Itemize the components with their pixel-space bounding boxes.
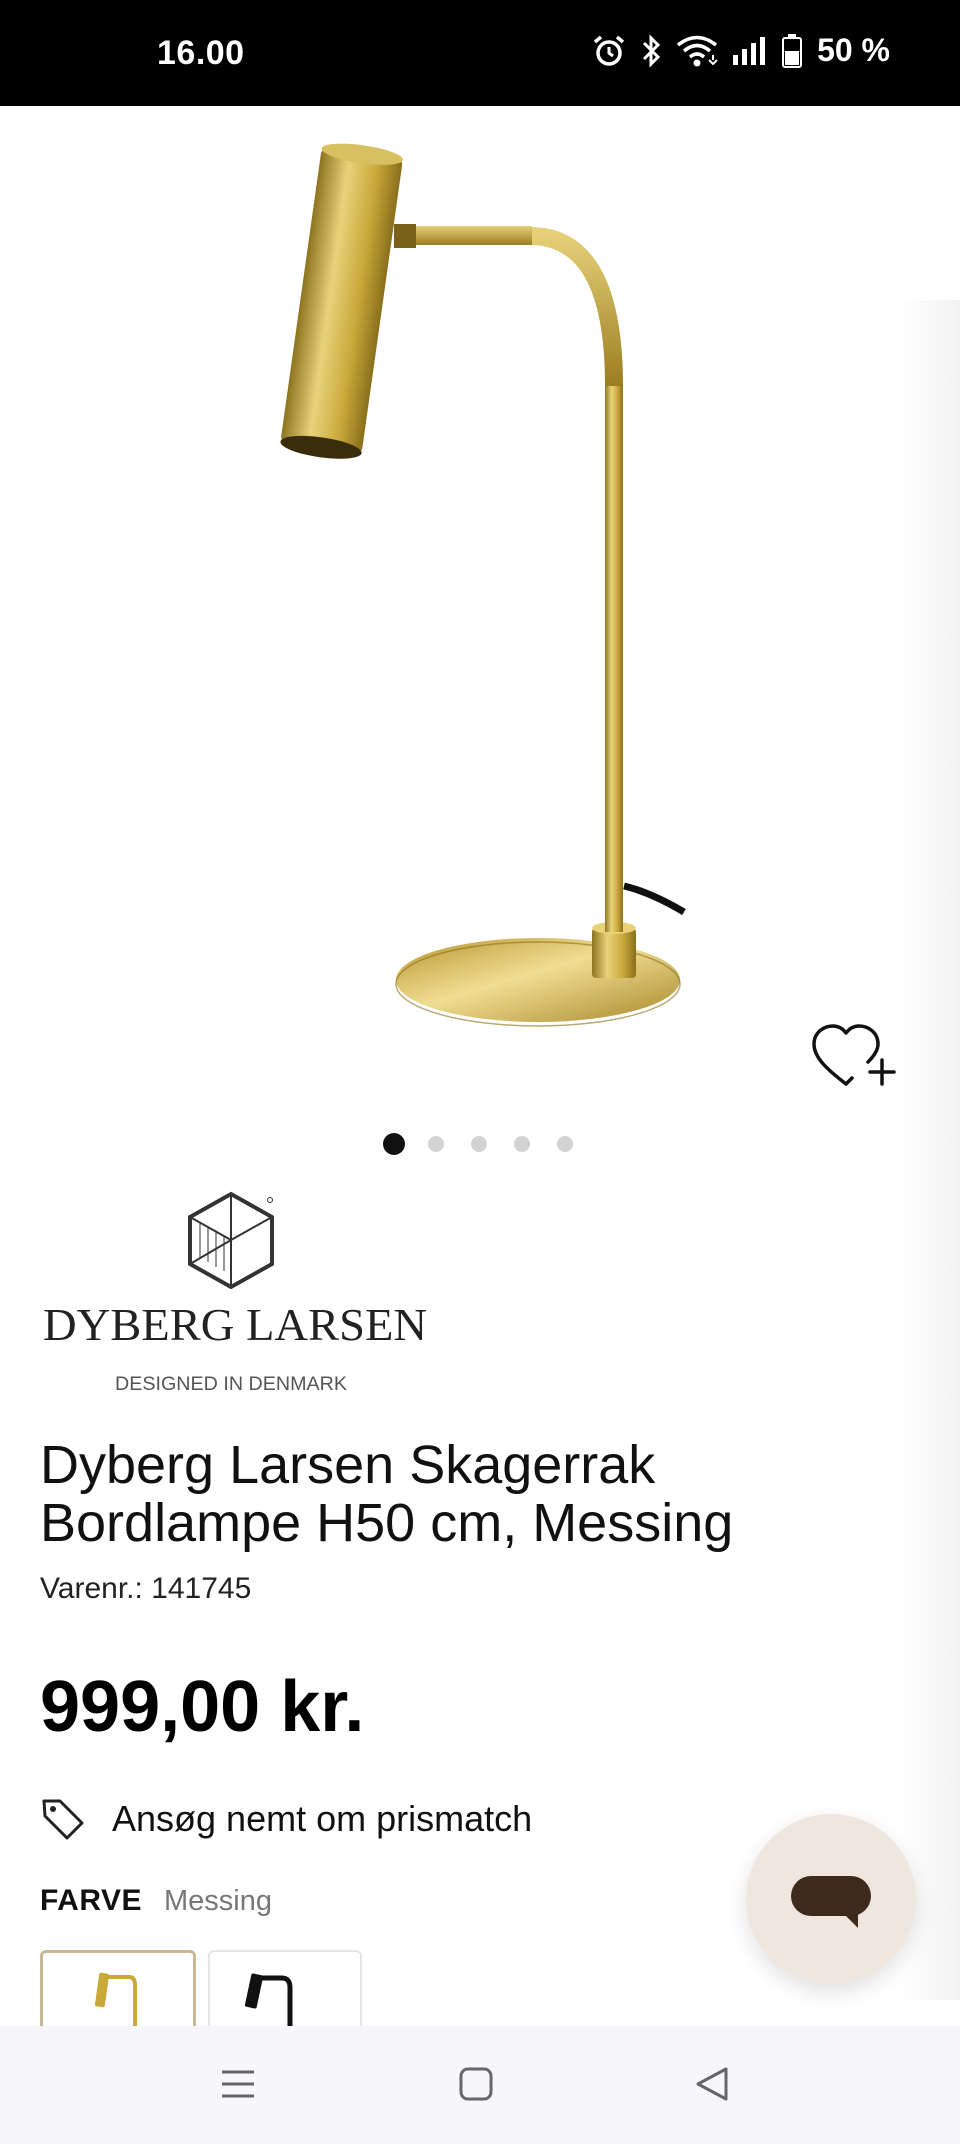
brand-name: DYBERG LARSEN — [43, 1299, 427, 1350]
carousel-dot-3[interactable] — [471, 1136, 487, 1152]
color-value: Messing — [163, 1885, 272, 1917]
signal-icon — [733, 36, 766, 65]
menu-icon[interactable] — [220, 2066, 256, 2102]
price-match-link[interactable]: Ansøg nemt om prismatch — [40, 1794, 532, 1844]
status-time: 16.00 — [157, 34, 245, 72]
product-image-carousel[interactable] — [0, 106, 960, 1106]
battery-percent: 50 % — [817, 32, 890, 68]
carousel-dot-1[interactable] — [383, 1133, 405, 1155]
status-icons: 50 % — [591, 32, 890, 69]
back-icon[interactable] — [694, 2066, 730, 2102]
color-selector-label: FARVE Messing — [40, 1884, 272, 1918]
brand-cube-icon — [188, 1191, 274, 1290]
status-bar: 16.00 50 % — [0, 0, 960, 106]
carousel-dot-5[interactable] — [557, 1136, 573, 1152]
carousel-pagination — [0, 1133, 960, 1160]
carousel-dot-4[interactable] — [514, 1136, 530, 1152]
chat-bubble-icon — [791, 1876, 871, 1928]
chat-button[interactable] — [746, 1814, 916, 1984]
home-icon[interactable] — [458, 2066, 494, 2102]
system-nav-bar — [0, 2026, 960, 2144]
wifi-icon — [676, 35, 718, 66]
carousel-dot-2[interactable] — [428, 1136, 444, 1152]
heart-plus-icon — [812, 1024, 896, 1086]
brand-tagline: DESIGNED IN DENMARK — [115, 1374, 347, 1395]
product-title: Dyberg Larsen Skagerrak Bordlampe H50 cm… — [40, 1435, 734, 1553]
color-label: FARVE — [40, 1884, 142, 1917]
product-image — [280, 143, 686, 1027]
alarm-icon — [593, 35, 625, 66]
brand-logo[interactable]: DYBERG LARSEN DESIGNED IN DENMARK — [40, 1190, 430, 1400]
price-tag-icon — [42, 1799, 84, 1840]
add-to-wishlist-button[interactable] — [808, 1020, 900, 1100]
product-price: 999,00 kr. — [40, 1667, 365, 1747]
bluetooth-icon — [643, 33, 661, 68]
battery-icon — [782, 33, 803, 68]
price-match-label: Ansøg nemt om prismatch — [112, 1798, 533, 1839]
product-sku: Varenr.: 141745 — [40, 1572, 252, 1605]
